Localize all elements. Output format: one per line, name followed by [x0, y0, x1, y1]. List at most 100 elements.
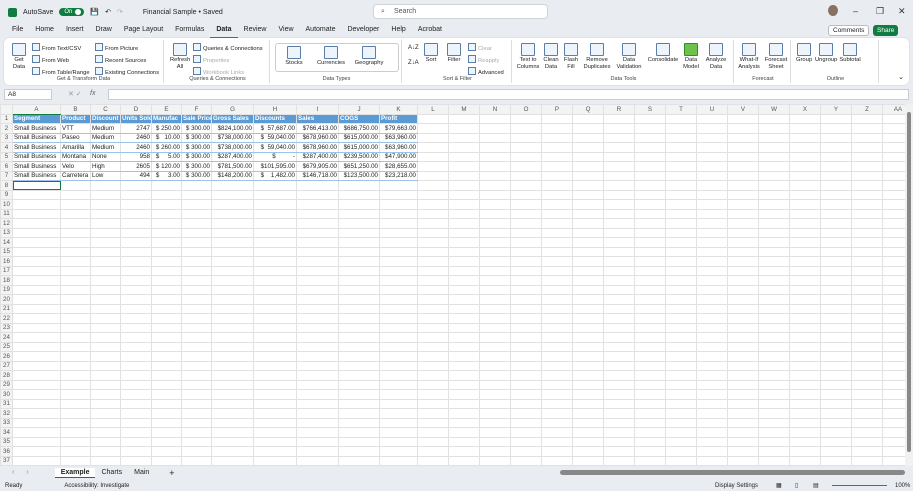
cell[interactable] — [882, 237, 905, 248]
cell[interactable] — [541, 313, 573, 324]
cell[interactable] — [417, 446, 449, 457]
cell[interactable] — [882, 218, 905, 229]
cell[interactable] — [479, 180, 511, 191]
cell[interactable]: $148,200.00 — [211, 170, 254, 181]
cell[interactable] — [90, 313, 121, 324]
cell[interactable] — [338, 294, 380, 305]
cell[interactable] — [603, 446, 635, 457]
cell[interactable] — [379, 275, 418, 286]
cell[interactable] — [379, 455, 418, 466]
data-validation-button[interactable]: Data Validation — [614, 43, 644, 71]
cell[interactable] — [665, 408, 697, 419]
cell[interactable] — [211, 180, 254, 191]
cell[interactable] — [151, 313, 182, 324]
cell[interactable] — [12, 351, 61, 362]
cell[interactable] — [758, 284, 790, 295]
cell[interactable] — [882, 265, 905, 276]
cell[interactable] — [634, 398, 666, 409]
cell[interactable] — [211, 227, 254, 238]
cell[interactable]: Low — [90, 170, 121, 181]
cell[interactable] — [253, 436, 297, 447]
cell[interactable] — [151, 275, 182, 286]
cell[interactable] — [634, 284, 666, 295]
cell[interactable] — [572, 284, 604, 295]
cell[interactable] — [211, 246, 254, 257]
cell[interactable] — [541, 351, 573, 362]
column-header[interactable]: O — [510, 104, 542, 115]
data-model-button[interactable]: Data Model — [680, 43, 702, 71]
cell[interactable] — [634, 351, 666, 362]
cell[interactable] — [758, 417, 790, 428]
cell[interactable] — [211, 208, 254, 219]
header-cell[interactable]: Units Sold — [120, 113, 152, 124]
cell[interactable]: $ 59,040.00 — [253, 132, 297, 143]
cell[interactable] — [851, 379, 883, 390]
cell[interactable] — [448, 351, 480, 362]
cell[interactable] — [603, 142, 635, 153]
cell[interactable] — [634, 151, 666, 162]
cell[interactable] — [510, 389, 542, 400]
cell[interactable] — [634, 227, 666, 238]
cell[interactable] — [90, 351, 121, 362]
cell[interactable] — [211, 341, 254, 352]
cell[interactable] — [789, 436, 821, 447]
cell[interactable] — [12, 360, 61, 371]
cell[interactable] — [851, 284, 883, 295]
cell[interactable] — [510, 294, 542, 305]
cell[interactable]: Small Business — [12, 170, 61, 181]
cell[interactable] — [181, 303, 212, 314]
cell[interactable] — [120, 275, 152, 286]
column-header[interactable]: P — [541, 104, 573, 115]
cell[interactable] — [820, 208, 852, 219]
group-button[interactable]: Group — [795, 43, 813, 64]
cell[interactable] — [696, 284, 728, 295]
cell[interactable] — [510, 180, 542, 191]
cell[interactable] — [541, 303, 573, 314]
cell[interactable] — [448, 408, 480, 419]
cell[interactable] — [789, 123, 821, 134]
cell[interactable] — [820, 256, 852, 267]
cell[interactable] — [60, 436, 91, 447]
what-if-button[interactable]: What-If Analysis — [736, 43, 762, 71]
cell[interactable] — [510, 123, 542, 134]
cell[interactable] — [820, 360, 852, 371]
cell[interactable] — [541, 341, 573, 352]
cell[interactable] — [417, 237, 449, 248]
cell[interactable] — [448, 180, 480, 191]
cell[interactable] — [727, 142, 759, 153]
cell[interactable] — [541, 142, 573, 153]
cell[interactable] — [510, 113, 542, 124]
cell[interactable]: $123,500.00 — [338, 170, 380, 181]
row-header[interactable]: 36 — [0, 446, 13, 457]
collapse-ribbon-icon[interactable]: ⌄ — [898, 73, 904, 81]
cell[interactable] — [12, 218, 61, 229]
cell[interactable]: $ 1,482.00 — [253, 170, 297, 181]
cell[interactable] — [120, 427, 152, 438]
cell[interactable] — [541, 246, 573, 257]
cell[interactable] — [665, 227, 697, 238]
column-header[interactable]: T — [665, 104, 697, 115]
cell[interactable] — [479, 208, 511, 219]
cell[interactable] — [572, 313, 604, 324]
row-header[interactable]: 4 — [0, 142, 13, 153]
cell[interactable] — [90, 360, 121, 371]
cell[interactable] — [253, 360, 297, 371]
row-header[interactable]: 16 — [0, 256, 13, 267]
cell[interactable] — [479, 218, 511, 229]
cell[interactable] — [448, 332, 480, 343]
cell[interactable] — [90, 427, 121, 438]
cell[interactable] — [603, 208, 635, 219]
cell[interactable] — [851, 123, 883, 134]
clean-data-button[interactable]: Clean Data — [542, 43, 560, 71]
cell[interactable] — [479, 455, 511, 466]
cell[interactable] — [448, 208, 480, 219]
cell[interactable] — [12, 436, 61, 447]
cell[interactable] — [665, 379, 697, 390]
cell[interactable] — [696, 208, 728, 219]
cell[interactable] — [211, 360, 254, 371]
cell[interactable] — [789, 256, 821, 267]
cell[interactable] — [789, 113, 821, 124]
cell[interactable] — [789, 275, 821, 286]
cell[interactable] — [541, 389, 573, 400]
cell[interactable] — [727, 132, 759, 143]
